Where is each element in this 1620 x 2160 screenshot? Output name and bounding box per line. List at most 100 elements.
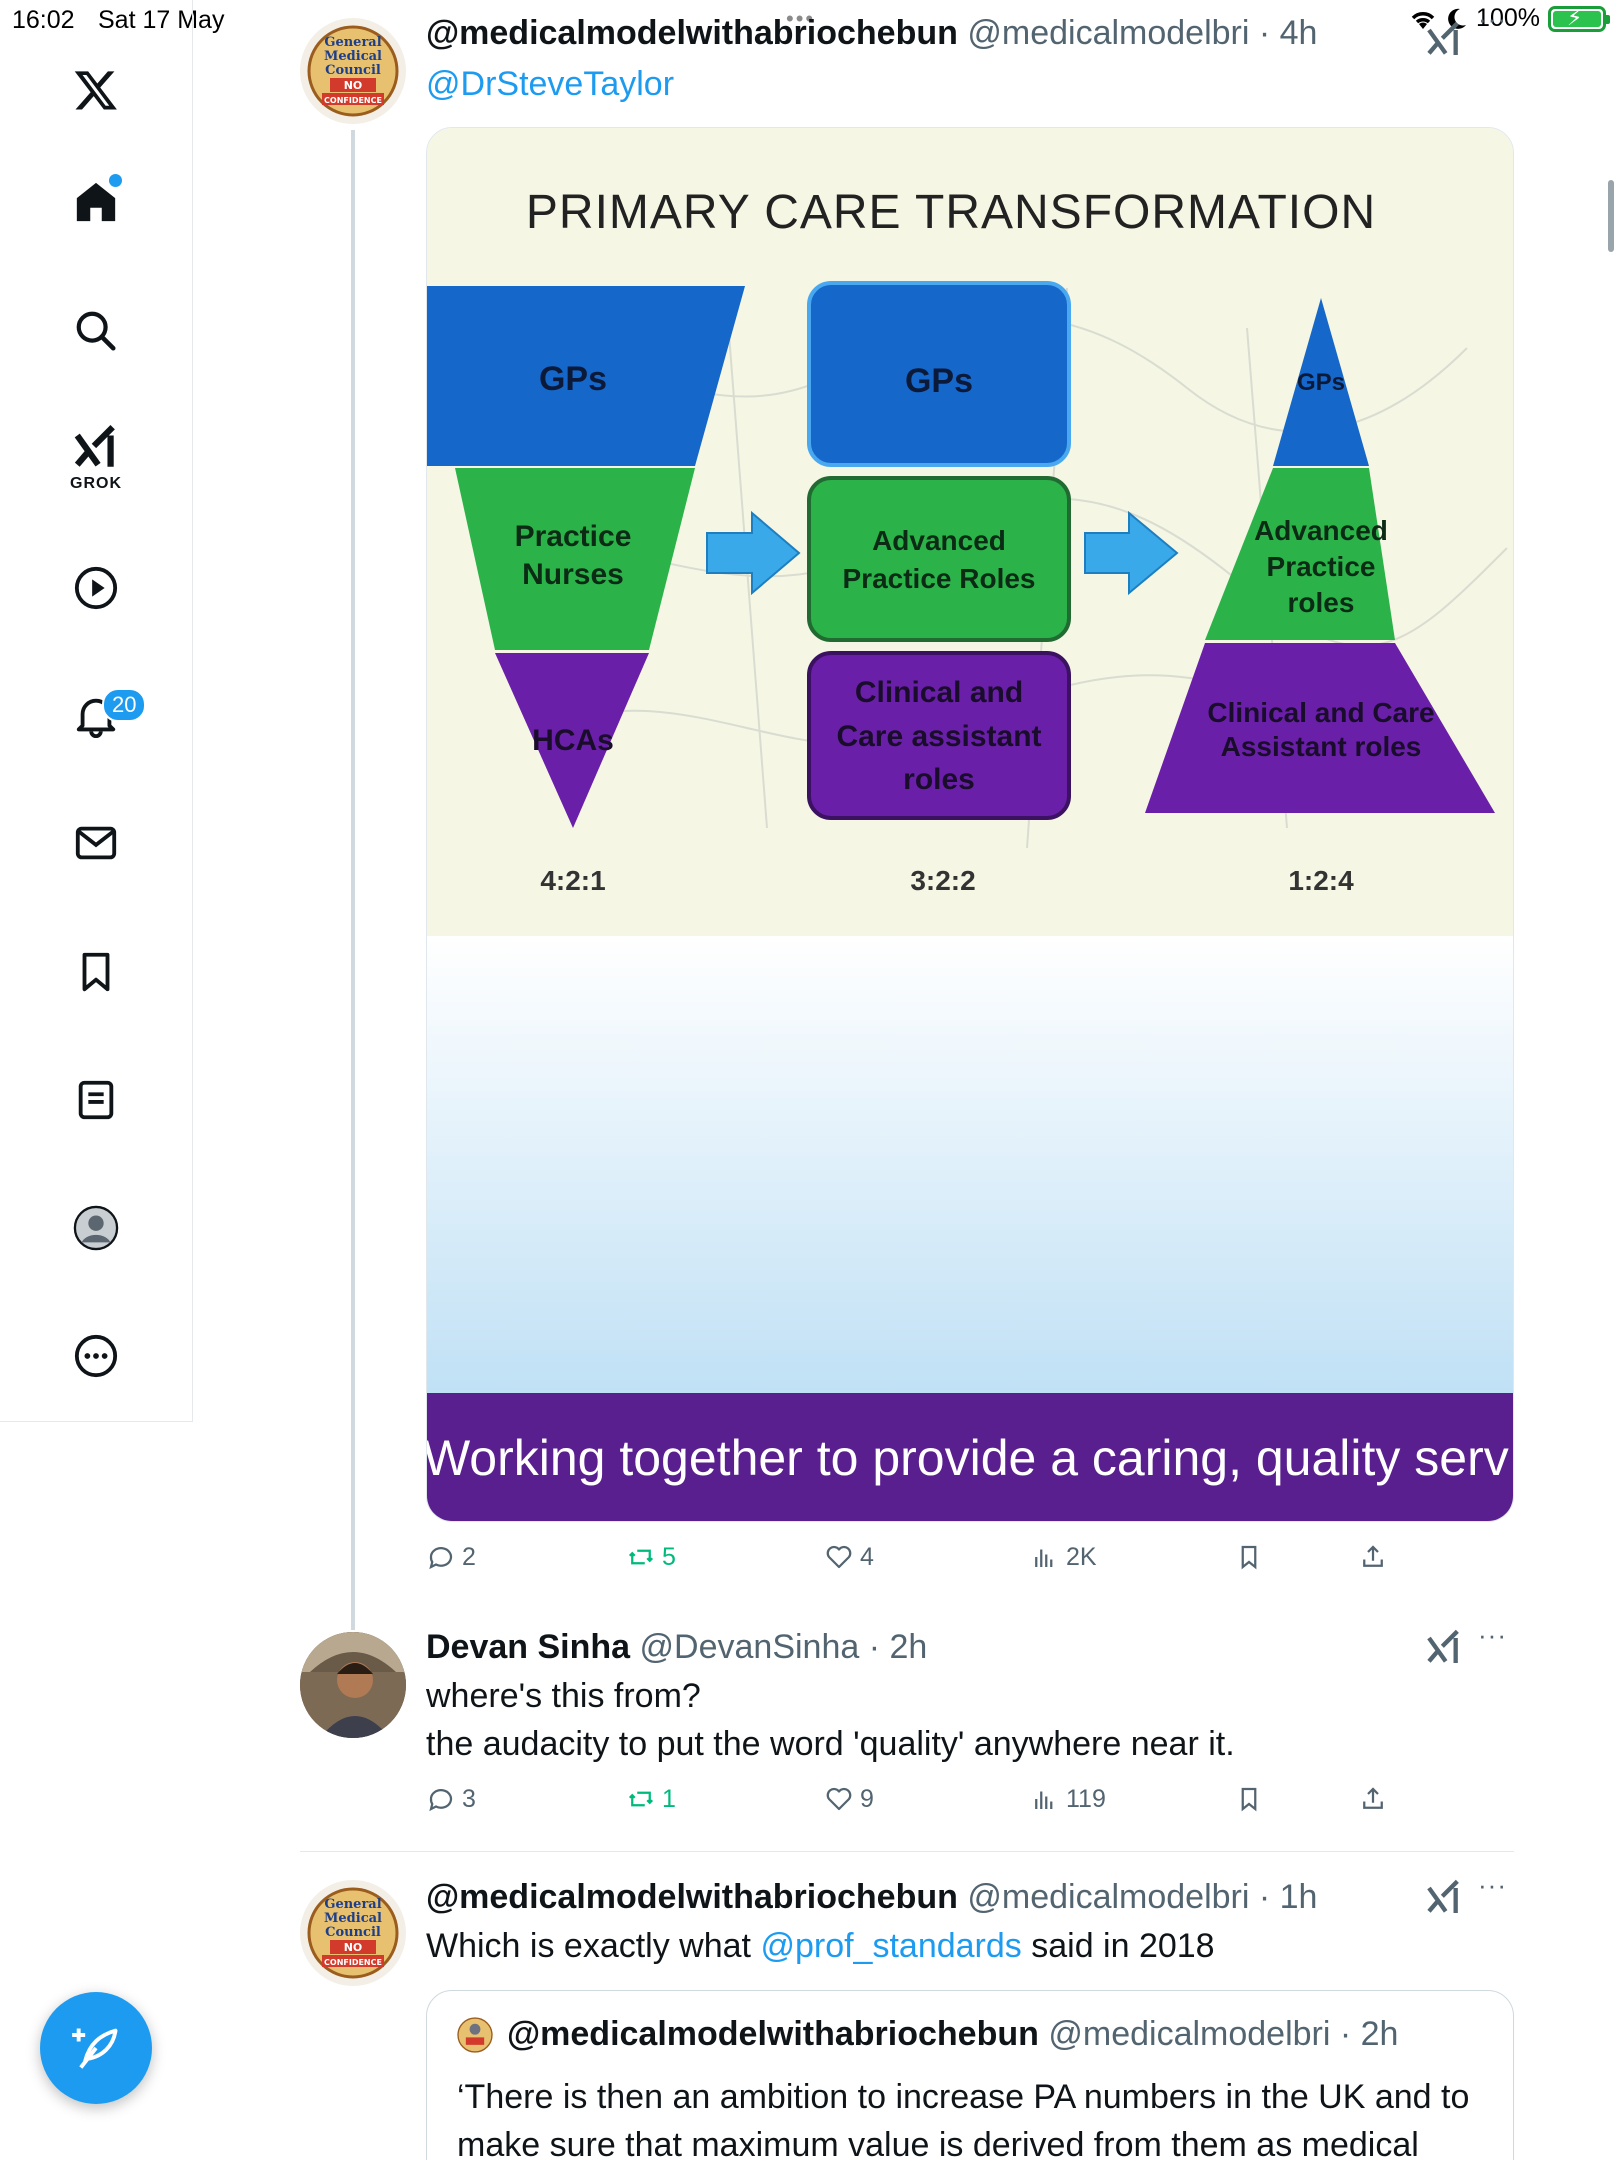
like-button[interactable]: 4 xyxy=(824,1542,874,1572)
compose-post-button[interactable] xyxy=(40,1992,152,2104)
tweet-text-line: the audacity to put the word 'quality' a… xyxy=(426,1725,1235,1763)
bookmarks-icon[interactable] xyxy=(56,932,136,1012)
center-gps-label: GPs xyxy=(905,362,973,400)
more-icon[interactable]: ··· xyxy=(1478,1870,1507,1901)
svg-text:General: General xyxy=(324,35,381,50)
grok-nav-item[interactable]: GROK xyxy=(56,418,136,498)
primary-care-diagram: PRIMARY CARE TRANSFORMATION GPs Practice… xyxy=(427,128,1513,1521)
display-name[interactable]: Devan Sinha xyxy=(426,1628,630,1666)
right-middle-line2: Practice xyxy=(1267,551,1376,582)
devan-avatar-image xyxy=(300,1632,406,1738)
avatar[interactable]: General Medical Council NO CONFIDENCE xyxy=(300,18,406,124)
views-count: 2K xyxy=(1066,1542,1097,1571)
grok-icon[interactable] xyxy=(1424,1878,1464,1918)
repost-icon xyxy=(628,1791,654,1807)
diagram-title: PRIMARY CARE TRANSFORMATION xyxy=(526,186,1376,239)
left-gps-label: GPs xyxy=(539,360,607,398)
user-handle[interactable]: @medicalmodelbri xyxy=(967,1878,1249,1916)
scrollbar[interactable] xyxy=(1608,180,1614,252)
svg-text:NO: NO xyxy=(344,1941,363,1954)
messages-icon[interactable] xyxy=(56,803,136,883)
more-icon[interactable]: ··· xyxy=(1478,4,1507,35)
bookmark-icon xyxy=(1241,1787,1257,1812)
left-bottom-label: HCAs xyxy=(532,724,614,757)
gmc-avatar-image: General Medical Council NO CONFIDENCE xyxy=(300,18,406,124)
svg-text:Council: Council xyxy=(325,63,381,78)
grok-icon[interactable] xyxy=(1424,1628,1464,1668)
sidebar: GROK 20 xyxy=(0,0,193,1422)
like-button[interactable]: 9 xyxy=(824,1784,874,1814)
right-gps-label: GPs xyxy=(1297,369,1345,396)
heart-icon xyxy=(826,1545,852,1569)
home-unread-dot xyxy=(109,174,122,187)
more-icon[interactable]: ··· xyxy=(1478,1620,1507,1651)
grok-icon[interactable] xyxy=(1424,20,1464,60)
tweet-actions: 2 5 4 2K xyxy=(426,1542,1426,1582)
repost-button[interactable]: 1 xyxy=(626,1784,676,1814)
views-count: 119 xyxy=(1066,1784,1106,1813)
quoted-handle: @medicalmodelbri xyxy=(1048,2015,1331,2053)
svg-text:Medical: Medical xyxy=(324,49,382,64)
repost-button[interactable]: 5 xyxy=(626,1542,676,1572)
right-middle-line1: Advanced xyxy=(1254,515,1388,546)
quoted-time: 2h xyxy=(1360,2015,1399,2053)
views-button[interactable]: 2K xyxy=(1030,1542,1097,1572)
bookmark-button[interactable] xyxy=(1234,1784,1264,1814)
repost-count: 1 xyxy=(662,1784,676,1813)
gmc-avatar-image: General Medical Council NO CONFIDENCE xyxy=(300,1880,406,1986)
avatar[interactable]: General Medical Council NO CONFIDENCE xyxy=(300,1880,406,1986)
repost-icon xyxy=(628,1549,654,1565)
search-icon[interactable] xyxy=(56,291,136,371)
more-options-icon[interactable] xyxy=(56,1316,136,1396)
center-bottom-line2: Care assistant xyxy=(836,720,1041,753)
reply-icon xyxy=(429,1547,453,1570)
reply-icon xyxy=(429,1789,453,1812)
like-count: 9 xyxy=(860,1784,874,1813)
center-middle-line2: Practice Roles xyxy=(843,563,1036,594)
bookmark-icon xyxy=(1241,1545,1257,1570)
right-ratio: 1:2:4 xyxy=(1288,865,1354,896)
profile-avatar-icon[interactable] xyxy=(56,1188,136,1268)
avatar[interactable] xyxy=(300,1632,406,1738)
share-button[interactable] xyxy=(1358,1784,1388,1814)
notifications-icon[interactable]: 20 xyxy=(56,676,147,756)
tweet-text: Which is exactly what @prof_standards sa… xyxy=(426,1922,1215,1970)
left-middle-line1: Practice xyxy=(515,520,632,553)
like-count: 4 xyxy=(860,1542,874,1571)
quoted-tweet[interactable]: @medicalmodelwithabriochebun @medicalmod… xyxy=(426,1990,1514,2160)
tweet-image[interactable]: PRIMARY CARE TRANSFORMATION GPs Practice… xyxy=(426,127,1514,1522)
right-bottom-line2: Assistant roles xyxy=(1221,731,1422,762)
tweet-time[interactable]: 2h xyxy=(890,1628,928,1666)
compose-feather-icon xyxy=(72,2028,118,2069)
quoted-tweet-text: ‘There is then an ambition to increase P… xyxy=(457,2078,1470,2160)
user-handle[interactable]: @medicalmodelbri xyxy=(967,14,1249,52)
grok-label: GROK xyxy=(70,475,122,492)
reply-count: 2 xyxy=(462,1542,476,1571)
lists-icon[interactable] xyxy=(56,1060,136,1140)
tweet-time[interactable]: 1h xyxy=(1280,1878,1318,1916)
reply-button[interactable]: 3 xyxy=(426,1784,476,1814)
video-icon[interactable] xyxy=(56,548,136,628)
mention-link[interactable]: @DrSteveTaylor xyxy=(426,65,674,103)
grok-icon xyxy=(74,424,115,467)
tweet-header: @medicalmodelwithabriochebun @medicalmod… xyxy=(426,1878,1318,1916)
share-button[interactable] xyxy=(1358,1542,1388,1572)
mention-link[interactable]: @prof_standards xyxy=(760,1927,1021,1965)
views-button[interactable]: 119 xyxy=(1030,1784,1106,1814)
right-bottom-line1: Clinical and Care xyxy=(1207,697,1434,728)
tweet-header: Devan Sinha @DevanSinha · 2h xyxy=(426,1628,928,1666)
display-name[interactable]: @medicalmodelwithabriochebun xyxy=(426,1878,958,1916)
x-logo-icon[interactable] xyxy=(56,50,136,130)
user-handle[interactable]: @DevanSinha xyxy=(640,1628,860,1666)
display-name[interactable]: @medicalmodelwithabriochebun xyxy=(426,14,958,52)
svg-text:CONFIDENCE: CONFIDENCE xyxy=(324,1958,382,1967)
share-icon xyxy=(1363,1545,1383,1567)
tweet-text-line: where's this from? xyxy=(426,1677,701,1715)
bookmark-button[interactable] xyxy=(1234,1542,1264,1572)
reply-button[interactable]: 2 xyxy=(426,1542,476,1572)
quoted-avatar xyxy=(457,2016,493,2053)
thread-connector xyxy=(351,130,355,1630)
tweet-time[interactable]: 4h xyxy=(1280,14,1318,52)
home-icon[interactable] xyxy=(56,162,136,242)
share-icon xyxy=(1363,1787,1383,1809)
